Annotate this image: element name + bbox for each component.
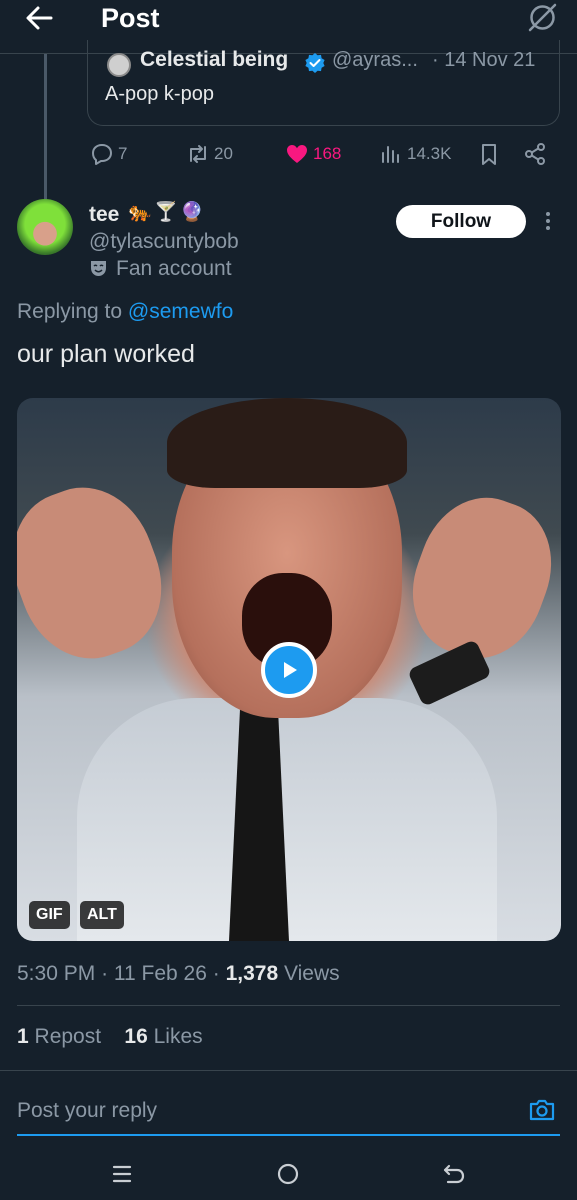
repost-button[interactable]: 20 (185, 138, 233, 170)
share-icon (525, 143, 545, 165)
heart-filled-icon (287, 145, 307, 163)
reply-input-underline (17, 1134, 560, 1136)
reply-input[interactable] (17, 1092, 507, 1130)
post-text: our plan worked (17, 340, 195, 368)
share-button[interactable] (522, 138, 548, 170)
reposts-stat-count: 1 (17, 1025, 29, 1048)
gif-badge: GIF (29, 901, 70, 929)
views-total: 1,378 (225, 962, 279, 985)
play-button[interactable] (261, 642, 317, 698)
post-date: 11 Feb 26 (113, 962, 207, 985)
post-detail-screen: Post Celestial being @ayras... · 14 Nov … (0, 0, 577, 1200)
account-label: Fan account (116, 257, 232, 280)
reposts-stat[interactable]: 1 Repost (17, 1025, 101, 1048)
author-name-emoji: 🐅 🍸 🔮 (128, 201, 204, 225)
back-nav-icon[interactable] (440, 1160, 468, 1188)
views-count: 14.3K (407, 144, 452, 163)
quoted-post-date: · 14 Nov 21 (432, 49, 536, 71)
media-hair (167, 398, 407, 488)
play-icon (284, 662, 297, 678)
views-button[interactable]: 14.3K (378, 138, 451, 170)
reply-icon (92, 144, 112, 165)
reposts-stat-label: Repost (34, 1025, 102, 1048)
alt-badge[interactable]: ALT (80, 901, 124, 929)
likes-stat[interactable]: 16 Likes (124, 1025, 202, 1048)
divider (0, 1070, 577, 1071)
reply-count: 7 (118, 144, 128, 163)
like-button[interactable]: 168 (284, 138, 341, 170)
recent-apps-icon[interactable] (108, 1160, 136, 1188)
views-label: Views (283, 962, 340, 985)
author-avatar[interactable] (17, 199, 73, 255)
replying-mention-link[interactable]: @semewfo (128, 300, 233, 323)
page-title: Post (101, 3, 160, 33)
home-icon[interactable] (274, 1160, 302, 1188)
replying-to-line: Replying to @semewfo (17, 300, 233, 324)
likes-stat-count: 16 (124, 1025, 148, 1048)
more-vertical-icon[interactable] (538, 207, 558, 235)
engagement-stats: 1 Repost 16 Likes (17, 1025, 203, 1049)
quoted-author-handle: @ayras... (332, 49, 418, 71)
likes-stat-label: Likes (153, 1025, 203, 1048)
quoted-author-name: Celestial being (140, 48, 289, 71)
replying-prefix: Replying to (17, 300, 123, 323)
meta-separator: · (212, 962, 226, 985)
repost-icon (190, 145, 206, 163)
author-name[interactable]: tee (89, 203, 119, 227)
views-bar-chart-icon (382, 146, 399, 163)
quoted-post-actions: 7 20 168 14.3K (0, 138, 577, 172)
cocktail-emoji: 🍸 (154, 202, 178, 223)
grok-icon[interactable] (526, 1, 559, 34)
crystal-ball-emoji: 🔮 (180, 202, 204, 223)
reply-button[interactable]: 7 (89, 138, 127, 170)
thread-connector-line (44, 54, 47, 200)
bookmark-icon (482, 144, 496, 165)
post-media-gif[interactable]: GIF ALT (17, 398, 561, 941)
follow-button[interactable]: Follow (396, 205, 526, 238)
verified-badge-icon (305, 53, 325, 73)
system-navigation-bar (0, 1144, 577, 1200)
post-time: 5:30 PM (17, 962, 96, 985)
post-meta: 5:30 PM · 11 Feb 26 · 1,378 Views (17, 962, 340, 986)
meta-separator: · (101, 962, 114, 985)
author-handle[interactable]: @tylascuntybob (89, 230, 239, 254)
bookmark-button[interactable] (476, 138, 502, 170)
divider (17, 1005, 560, 1006)
quoted-post-text: A-pop k-pop (105, 83, 214, 105)
tiger-emoji: 🐅 (128, 202, 152, 223)
quoted-avatar (107, 53, 131, 77)
like-count: 168 (313, 144, 342, 163)
theater-mask-icon (91, 261, 106, 276)
quoted-post-card[interactable]: Celestial being @ayras... · 14 Nov 21 A-… (87, 40, 560, 126)
arrow-left-icon[interactable] (24, 4, 54, 32)
camera-icon[interactable] (527, 1095, 557, 1125)
repost-count: 20 (214, 144, 233, 163)
media-hand-left (17, 469, 182, 677)
